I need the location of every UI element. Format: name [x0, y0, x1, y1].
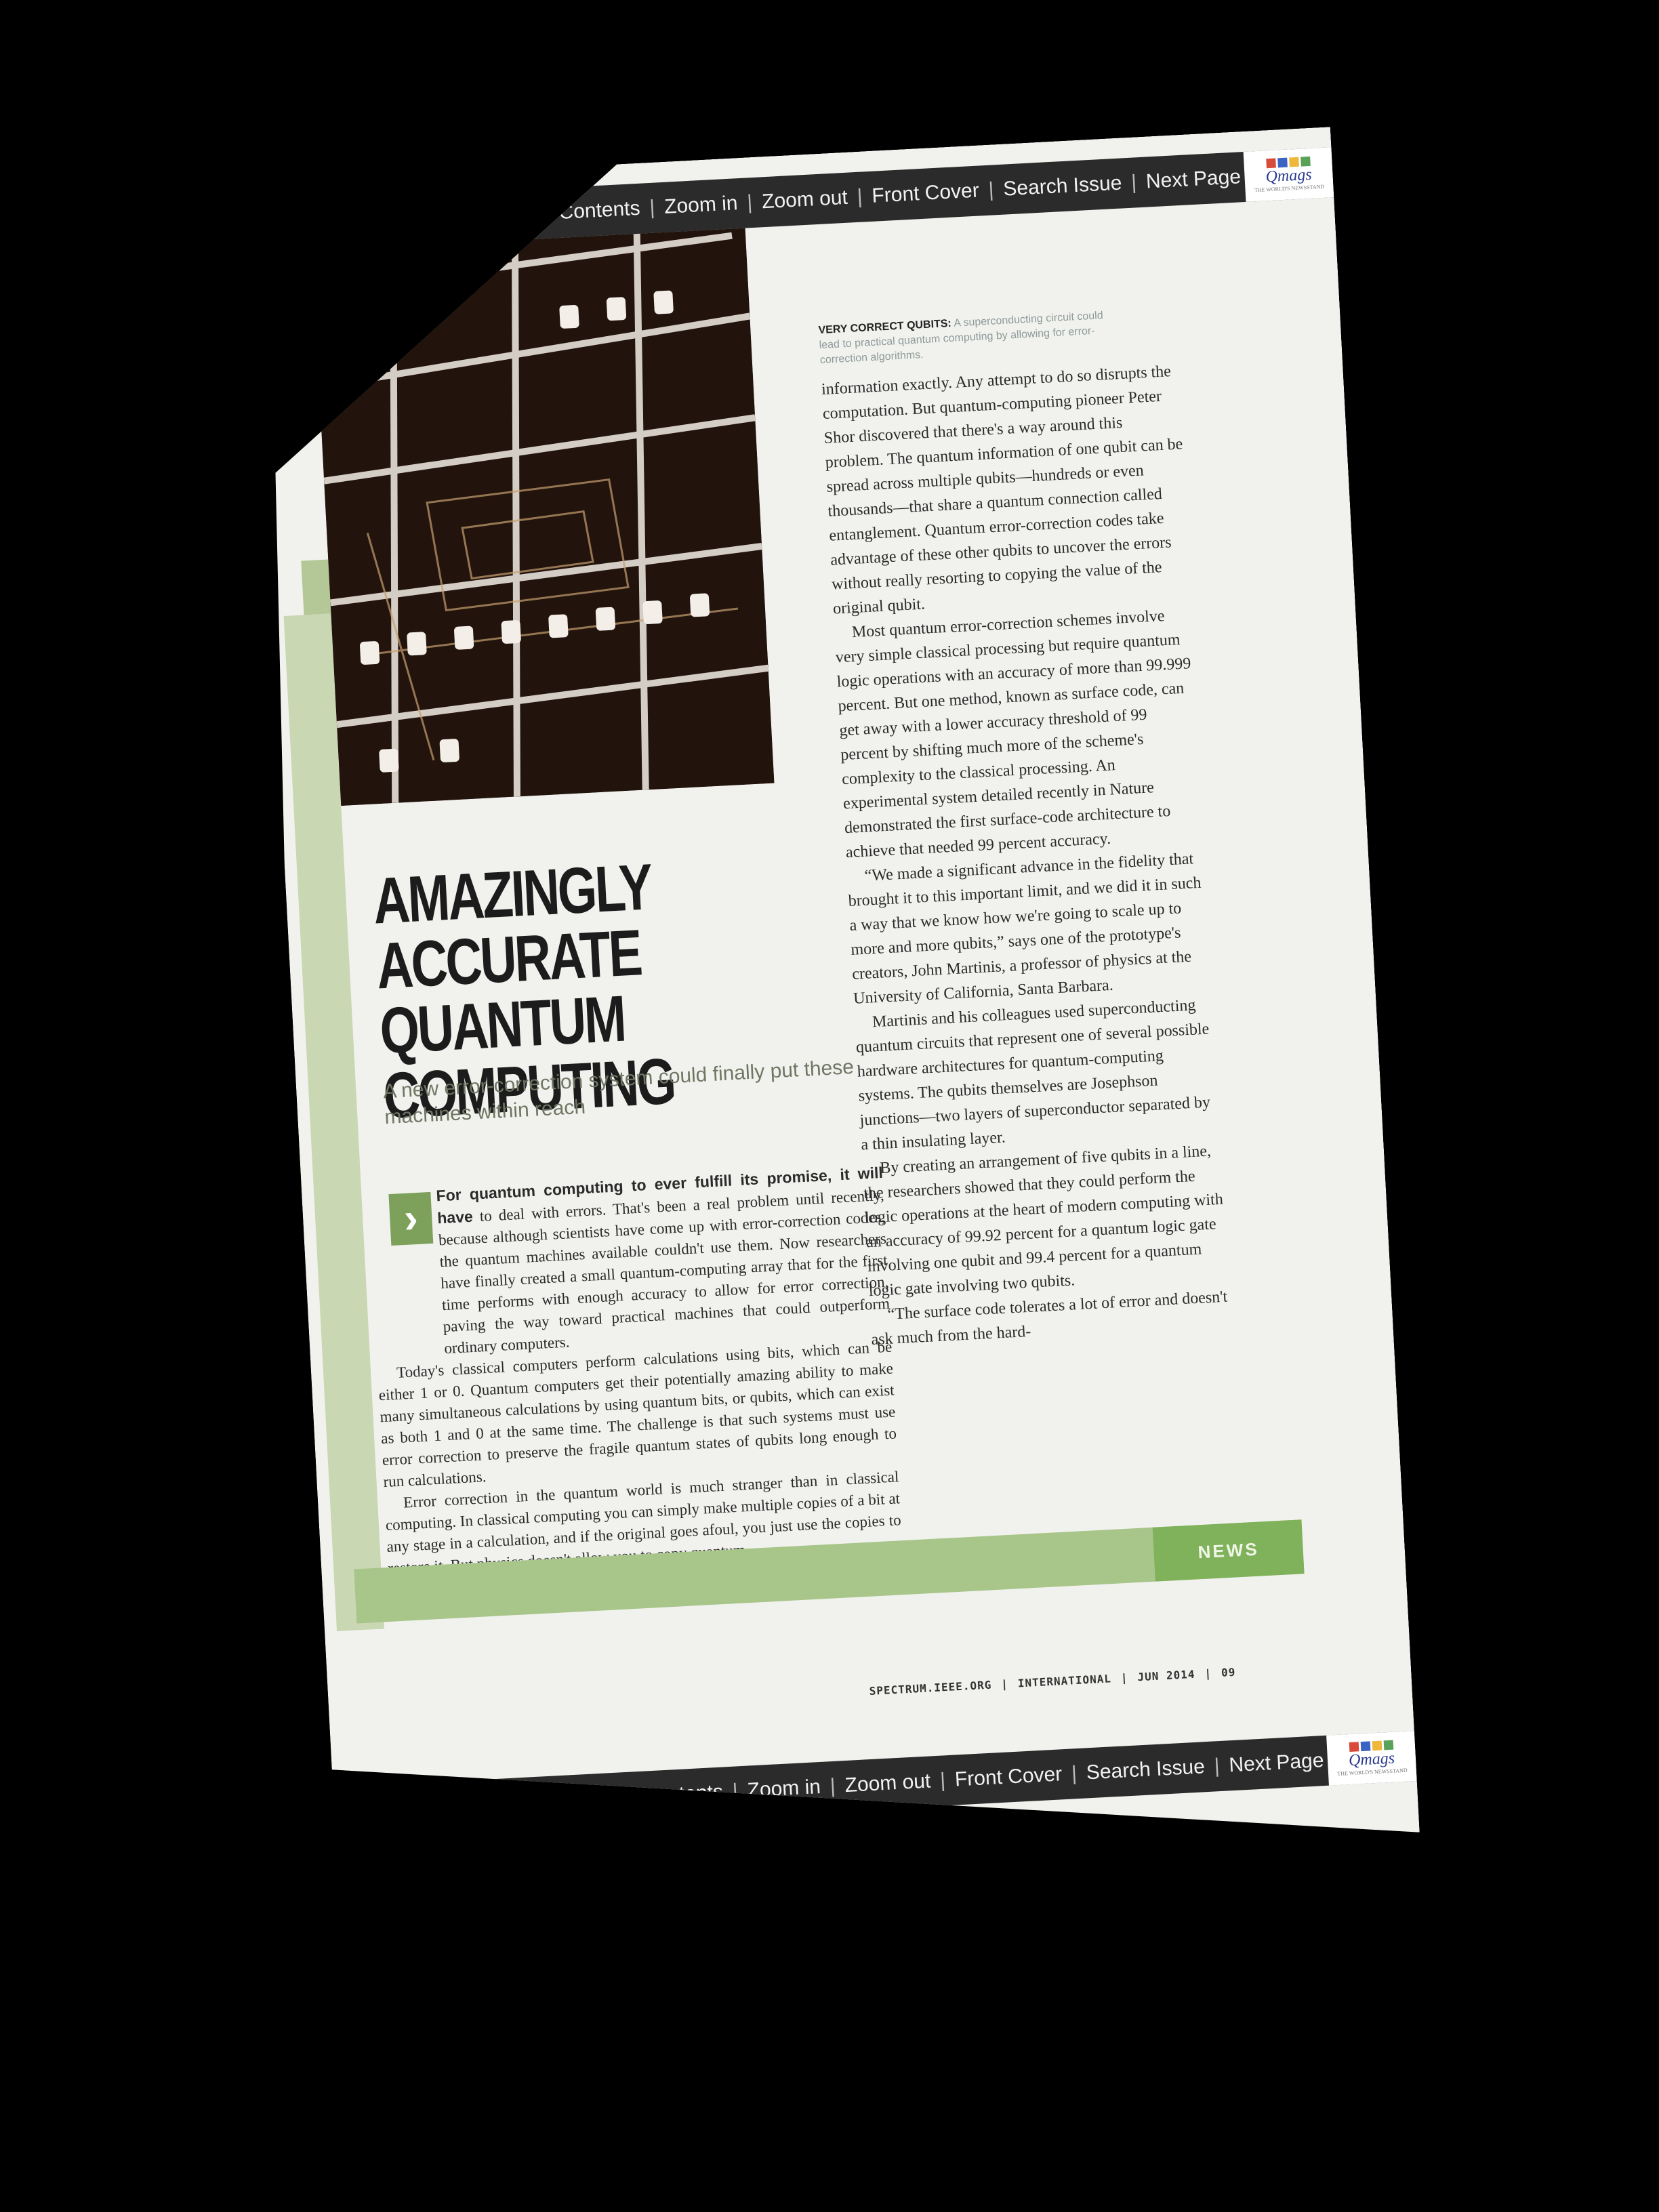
previous-page-link[interactable]: Previous Page	[485, 1786, 619, 1816]
nav-separator: |	[830, 1774, 836, 1798]
qmags-block	[1300, 157, 1311, 167]
qmags-name: Qmags	[1348, 1749, 1395, 1770]
qmags-logo[interactable]: Qmags THE WORLD'S NEWSSTAND	[1326, 1731, 1417, 1786]
spectrum-logo[interactable]: IEEE SPECTRUM	[264, 1780, 480, 1841]
ieee-logo-mark: IEEE	[279, 1807, 308, 1821]
folio-separator: |	[1204, 1666, 1212, 1681]
zoom-in-link[interactable]: Zoom in	[663, 192, 738, 219]
folio-site: SPECTRUM.IEEE.ORG	[869, 1678, 992, 1698]
nav-separator: |	[1071, 1762, 1078, 1785]
folio-separator: |	[1120, 1671, 1129, 1685]
qmags-block	[1372, 1741, 1382, 1751]
contents-link[interactable]: Contents	[641, 1781, 724, 1808]
nav-separator: |	[543, 201, 550, 225]
previous-page-link[interactable]: Previous Page	[402, 203, 535, 232]
spectrum-logo[interactable]: IEEE SPECTRUM	[181, 197, 397, 258]
nav-separator: |	[939, 1769, 946, 1792]
lead-text: to deal with errors. That's been a real …	[438, 1186, 890, 1357]
nav-links: Previous Page | Contents | Zoom in | Zoo…	[478, 1749, 1328, 1817]
front-cover-link[interactable]: Front Cover	[872, 180, 980, 208]
nav-separator: |	[1213, 1755, 1221, 1778]
magazine-page: IEEE SPECTRUM Previous Page | Contents |…	[180, 127, 1420, 1893]
qmags-block	[1360, 1741, 1370, 1751]
qmags-block	[1383, 1740, 1393, 1750]
search-issue-link[interactable]: Search Issue	[1086, 1755, 1206, 1784]
ieee-logo-mark: IEEE	[197, 224, 225, 237]
circuit-photo	[312, 228, 774, 806]
qmags-name: Qmags	[1265, 165, 1313, 186]
front-cover-link[interactable]: Front Cover	[954, 1763, 1063, 1791]
qmags-block	[1266, 159, 1276, 169]
lead-paragraph: For quantum computing to ever fulfill it…	[368, 1162, 891, 1363]
right-column: information exactly. Any attempt to do s…	[821, 359, 1231, 1352]
spectrum-wordmark: SPECTRUM	[230, 207, 382, 244]
left-column: For quantum computing to ever fulfill it…	[368, 1162, 903, 1580]
caption-text: A superconducting circuit could lead to …	[819, 310, 1104, 367]
nav-separator: |	[732, 1780, 739, 1803]
photo-caption: VERY CORRECT QUBITS: A superconducting c…	[818, 308, 1118, 368]
nav-separator: |	[987, 178, 995, 201]
bottom-navigation-bar: IEEE SPECTRUM Previous Page | Contents |…	[264, 1731, 1417, 1841]
zoom-in-link[interactable]: Zoom in	[747, 1776, 821, 1803]
nav-separator: |	[856, 185, 863, 208]
nav-separator: |	[626, 1785, 633, 1808]
contents-link[interactable]: Contents	[558, 197, 641, 224]
qmags-block	[1277, 158, 1288, 168]
zoom-out-link[interactable]: Zoom out	[761, 186, 848, 214]
qmags-tagline: THE WORLD'S NEWSSTAND	[1337, 1767, 1408, 1778]
page-folio: SPECTRUM.IEEE.ORG | INTERNATIONAL | JUN …	[869, 1666, 1236, 1698]
search-issue-link[interactable]: Search Issue	[1003, 171, 1123, 201]
qmags-tagline: THE WORLD'S NEWSSTAND	[1254, 183, 1325, 194]
news-section-label: NEWS	[1153, 1519, 1305, 1581]
green-accent-block	[301, 560, 331, 615]
body-paragraph: Most quantum error-correction schemes in…	[835, 607, 1191, 862]
body-paragraph: By creating an arrangement of five qubit…	[863, 1142, 1224, 1300]
qmags-block	[1289, 157, 1299, 167]
top-navigation-bar: IEEE SPECTRUM Previous Page | Contents |…	[181, 147, 1334, 258]
folio-date: JUN 2014	[1137, 1667, 1195, 1684]
folio-separator: |	[1000, 1677, 1009, 1691]
qmags-logo[interactable]: Qmags THE WORLD'S NEWSSTAND	[1244, 147, 1334, 202]
folio-page-number: 09	[1221, 1665, 1236, 1679]
nav-separator: |	[746, 191, 754, 214]
superconducting-circuit-image	[312, 228, 774, 806]
qmags-block	[1349, 1742, 1359, 1752]
folio-edition: INTERNATIONAL	[1017, 1672, 1112, 1690]
next-page-link[interactable]: Next Page	[1229, 1749, 1325, 1777]
body-paragraph: “We made a significant advance in the fi…	[848, 850, 1202, 1008]
spectrum-wordmark: SPECTRUM	[313, 1791, 465, 1828]
nav-separator: |	[649, 196, 656, 219]
nav-separator: |	[1130, 171, 1137, 194]
nav-links: Previous Page | Contents | Zoom in | Zoo…	[395, 165, 1245, 233]
body-paragraph: Martinis and his colleagues used superco…	[855, 996, 1211, 1154]
zoom-out-link[interactable]: Zoom out	[844, 1769, 931, 1797]
next-page-link[interactable]: Next Page	[1145, 165, 1242, 193]
body-paragraph: information exactly. Any attempt to do s…	[821, 363, 1183, 618]
